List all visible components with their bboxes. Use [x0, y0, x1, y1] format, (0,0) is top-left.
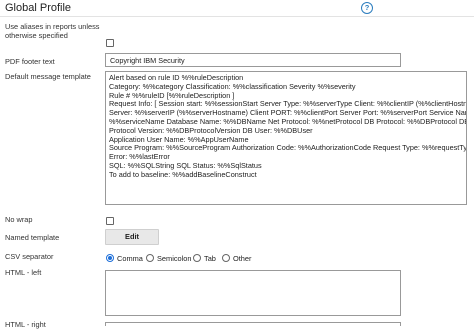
page-header: Global Profile ?: [0, 0, 474, 17]
named-template-label: Named template: [5, 233, 60, 242]
html-left-label: HTML - left: [5, 268, 42, 277]
default-message-template-textarea[interactable]: Alert based on rule ID %%ruleDescription…: [105, 71, 467, 205]
no-wrap-label: No wrap: [5, 215, 33, 224]
radio-semicolon-label: Semicolon: [157, 254, 192, 263]
default-message-template-label: Default message template: [5, 72, 91, 81]
edit-button[interactable]: Edit: [105, 229, 159, 245]
radio-tab-label: Tab: [204, 254, 216, 263]
radio-comma-label: Comma: [117, 254, 143, 263]
no-wrap-checkbox[interactable]: [106, 217, 114, 225]
template-line: To add to baseline: %%addBaselineConstru…: [109, 169, 257, 179]
radio-unselected-icon: [146, 254, 154, 262]
radio-unselected-icon: [222, 254, 230, 262]
radio-semicolon[interactable]: Semicolon: [146, 254, 192, 263]
radio-unselected-icon: [193, 254, 201, 262]
use-aliases-checkbox[interactable]: [106, 39, 114, 47]
page-title: Global Profile: [5, 2, 72, 14]
radio-other-label: Other: [233, 254, 252, 263]
help-icon[interactable]: ?: [361, 2, 373, 14]
radio-other[interactable]: Other: [222, 254, 251, 263]
radio-selected-icon: [106, 254, 114, 262]
html-right-textarea[interactable]: [105, 322, 401, 326]
radio-tab[interactable]: Tab: [193, 254, 216, 263]
radio-comma[interactable]: Comma: [106, 254, 143, 263]
csv-separator-label: CSV separator: [5, 252, 54, 261]
pdf-footer-input[interactable]: [105, 53, 401, 67]
use-aliases-label: Use aliases in reports unless otherwise …: [5, 22, 100, 40]
html-right-label: HTML - right: [5, 320, 46, 329]
pdf-footer-label: PDF footer text: [5, 57, 55, 66]
html-left-textarea[interactable]: [105, 270, 401, 316]
